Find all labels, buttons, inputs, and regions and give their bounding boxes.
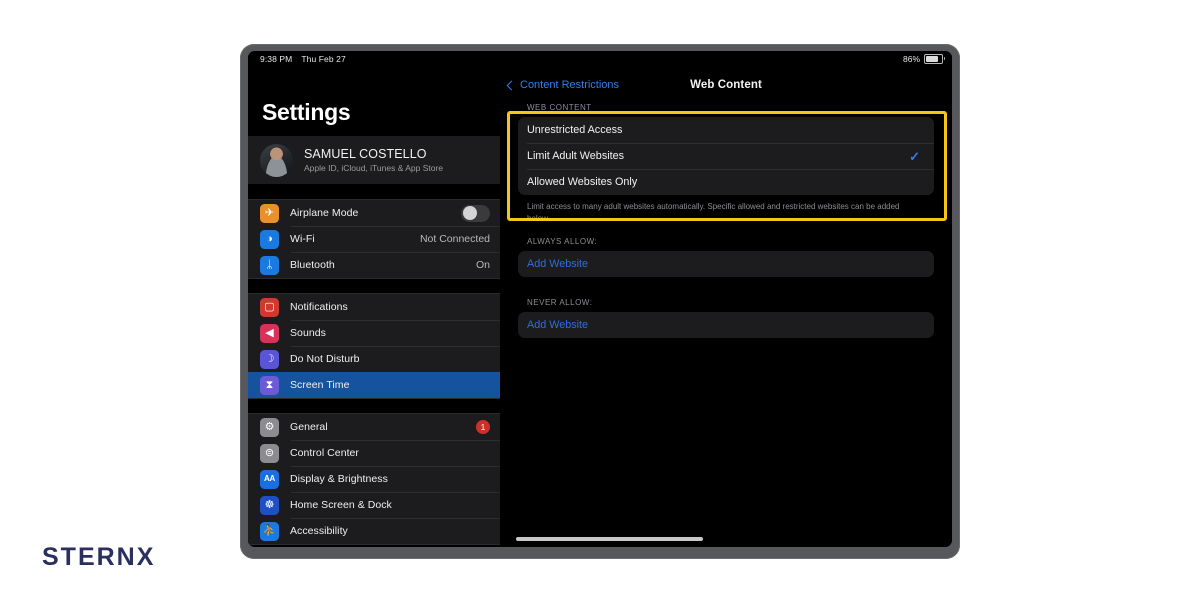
sidebar-group-connectivity: ✈ Airplane Mode ◑ Wi-Fi Not Connected ᛦ … [248, 199, 500, 279]
gear-icon: ⚙ [260, 417, 279, 437]
sidebar-item-accessibility[interactable]: ⛹ Accessibility [248, 518, 500, 544]
app-grid-icon: ☸ [260, 495, 279, 515]
moon-icon: ☽ [260, 349, 279, 369]
sidebar-item-home-screen-dock[interactable]: ☸ Home Screen & Dock [248, 492, 500, 518]
airplane-icon: ✈ [260, 203, 279, 223]
sidebar-item-label: Airplane Mode [290, 207, 359, 219]
web-content-detail-panel: Content Restrictions Web Content WEB CON… [500, 51, 952, 547]
sidebar-item-label: Notifications [290, 301, 348, 313]
sidebar-scroll-area[interactable]: SAMUEL COSTELLO Apple ID, iCloud, iTunes… [248, 135, 500, 547]
sidebar-item-label: Accessibility [290, 525, 348, 537]
never-allow-add-website-row[interactable]: Add Website [518, 312, 934, 338]
option-label: Unrestricted Access [527, 124, 623, 136]
option-label: Limit Adult Websites [527, 150, 625, 162]
account-name: SAMUEL COSTELLO [304, 146, 427, 161]
add-website-link[interactable]: Add Website [527, 319, 588, 331]
sidebar-item-wifi[interactable]: ◑ Wi-Fi Not Connected [248, 226, 500, 252]
web-content-options-card: Unrestricted Access Limit Adult Websites… [518, 117, 934, 195]
settings-content: WEB CONTENT Unrestricted Access Limit Ad… [500, 103, 952, 547]
accessibility-icon: ⛹ [260, 521, 279, 541]
sidebar-group-notifications: ▢ Notifications ◀ Sounds ☽ Do Not Distur… [248, 293, 500, 399]
wifi-icon: ◑ [260, 229, 279, 249]
ipad-device-frame: Settings SAMUEL COSTELLO Apple ID, iClou… [240, 44, 960, 559]
sternx-logo: STERNX [42, 543, 156, 571]
option-label: Allowed Websites Only [527, 176, 638, 188]
sidebar-item-label: Wi-Fi [290, 233, 315, 245]
sidebar-group-system: ⚙ General 1 ⊜ Control Center AA Display … [248, 413, 500, 545]
checkmark-icon: ✓ [909, 148, 920, 164]
sidebar-item-bluetooth[interactable]: ᛦ Bluetooth On [248, 252, 500, 278]
sidebar-item-screen-time[interactable]: ⧗ Screen Time [248, 372, 500, 398]
sidebar-item-label: Sounds [290, 327, 326, 339]
toggle-knob [462, 206, 477, 220]
nav-title: Web Content [690, 79, 762, 91]
sliders-icon: ⊜ [260, 443, 279, 463]
ipad-screen: Settings SAMUEL COSTELLO Apple ID, iClou… [248, 51, 952, 547]
home-indicator[interactable] [516, 537, 703, 541]
sidebar-item-label: Control Center [290, 447, 359, 459]
notifications-icon: ▢ [260, 297, 279, 317]
account-text: SAMUEL COSTELLO Apple ID, iCloud, iTunes… [304, 147, 443, 174]
airplane-mode-toggle[interactable] [461, 204, 490, 222]
add-website-link[interactable]: Add Website [527, 258, 588, 270]
bluetooth-status-value: On [475, 259, 490, 271]
sidebar-item-display-brightness[interactable]: AA Display & Brightness [248, 466, 500, 492]
hourglass-icon: ⧗ [260, 375, 279, 395]
account-subtitle: Apple ID, iCloud, iTunes & App Store [304, 163, 444, 174]
bluetooth-icon: ᛦ [260, 255, 279, 275]
sidebar-item-sounds[interactable]: ◀ Sounds [248, 320, 500, 346]
sidebar-item-do-not-disturb[interactable]: ☽ Do Not Disturb [248, 346, 500, 372]
apple-id-account-row[interactable]: SAMUEL COSTELLO Apple ID, iCloud, iTunes… [248, 135, 500, 185]
sidebar-item-notifications[interactable]: ▢ Notifications [248, 294, 500, 320]
sidebar-item-label: Home Screen & Dock [290, 499, 392, 511]
status-badge: 1 [476, 420, 490, 434]
page-title: Settings [262, 99, 351, 125]
sidebar-item-label: Screen Time [290, 379, 350, 391]
sidebar-item-label: Do Not Disturb [290, 353, 360, 365]
sounds-icon: ◀ [260, 323, 279, 343]
sidebar-item-label: Display & Brightness [290, 473, 388, 485]
option-allowed-websites-only[interactable]: Allowed Websites Only [518, 169, 934, 195]
text-size-icon: AA [260, 469, 279, 489]
option-unrestricted-access[interactable]: Unrestricted Access [518, 117, 934, 143]
always-allow-card: Add Website [518, 251, 934, 278]
navigation-bar: Content Restrictions Web Content [500, 71, 952, 101]
sidebar-item-label: General [290, 421, 328, 433]
web-content-section-header: WEB CONTENT [527, 103, 592, 112]
web-content-section-footer: Limit access to many adult websites auto… [527, 202, 900, 223]
settings-sidebar: Settings SAMUEL COSTELLO Apple ID, iClou… [248, 51, 500, 547]
sidebar-item-general[interactable]: ⚙ General 1 [248, 414, 500, 440]
never-allow-card: Add Website [518, 312, 934, 339]
sidebar-item-control-center[interactable]: ⊜ Control Center [248, 440, 500, 466]
never-allow-section-header: NEVER ALLOW: [527, 298, 593, 308]
always-allow-section-header: ALWAYS ALLOW: [527, 237, 598, 247]
always-allow-add-website-row[interactable]: Add Website [518, 251, 934, 277]
option-limit-adult-websites[interactable]: Limit Adult Websites ✓ [518, 143, 934, 169]
wifi-status-value: Not Connected [419, 233, 490, 245]
sidebar-item-airplane-mode[interactable]: ✈ Airplane Mode [248, 200, 500, 226]
sidebar-item-label: Bluetooth [290, 259, 335, 271]
avatar [260, 143, 293, 177]
